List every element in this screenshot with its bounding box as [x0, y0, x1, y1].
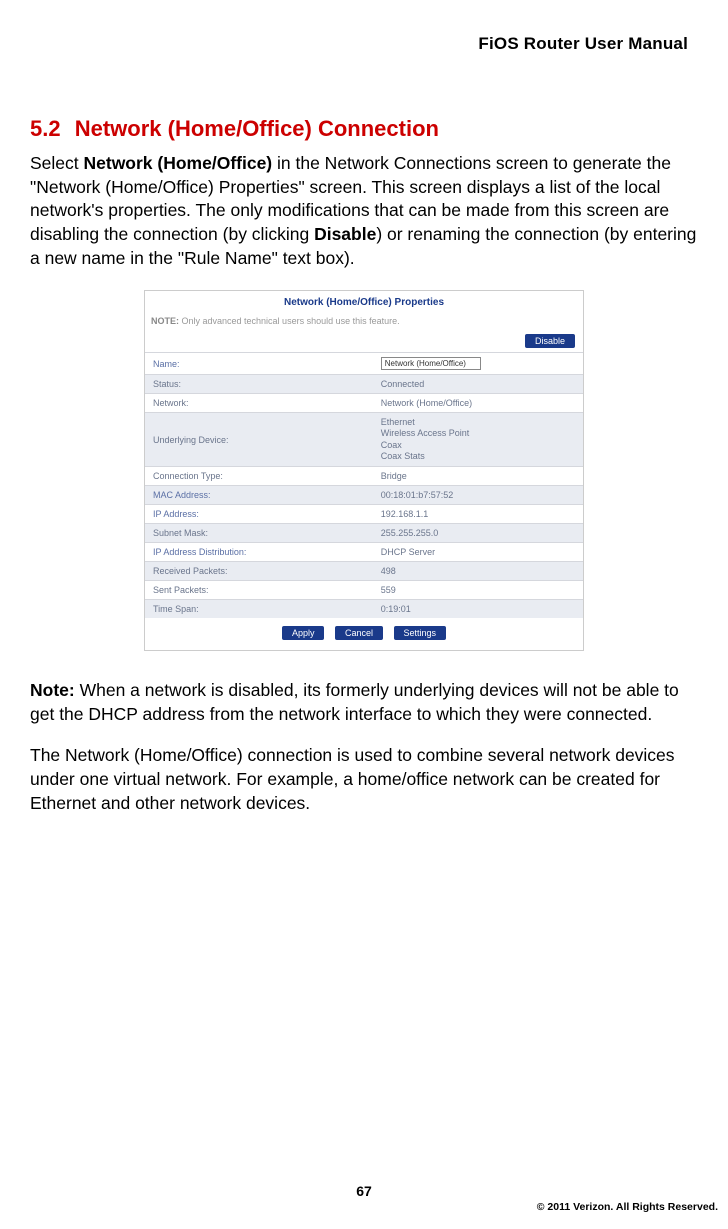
disable-button[interactable]: Disable — [525, 334, 575, 348]
properties-screenshot: Network (Home/Office) Properties NOTE: O… — [144, 290, 584, 651]
property-value: EthernetWireless Access PointCoaxCoax St… — [373, 413, 583, 467]
property-label: Sent Packets: — [145, 581, 373, 600]
table-row: Name: Network (Home/Office) — [145, 353, 583, 375]
table-row: Network:Network (Home/Office) — [145, 394, 583, 413]
property-value: 559 — [373, 581, 583, 600]
apply-button[interactable]: Apply — [282, 626, 325, 640]
property-label: Underlying Device: — [145, 413, 373, 467]
name-input[interactable]: Network (Home/Office) — [381, 357, 481, 370]
property-value: DHCP Server — [373, 543, 583, 562]
section-number: 5.2 — [30, 116, 61, 142]
property-label: Network: — [145, 394, 373, 413]
property-value: Bridge — [373, 467, 583, 486]
cancel-button[interactable]: Cancel — [335, 626, 383, 640]
intro-paragraph: Select Network (Home/Office) in the Netw… — [30, 152, 698, 270]
table-row: Received Packets:498 — [145, 562, 583, 581]
property-label: Received Packets: — [145, 562, 373, 581]
figure-note: NOTE: Only advanced technical users shou… — [145, 314, 583, 334]
document-header-title: FiOS Router User Manual — [30, 30, 698, 54]
table-row: Time Span:0:19:01 — [145, 600, 583, 619]
property-value: Connected — [373, 375, 583, 394]
table-row: Connection Type:Bridge — [145, 467, 583, 486]
property-value: 192.168.1.1 — [373, 505, 583, 524]
property-value: 00:18:01:b7:57:52 — [373, 486, 583, 505]
property-label: Name: — [145, 353, 373, 375]
settings-button[interactable]: Settings — [394, 626, 447, 640]
table-row: IP Address Distribution:DHCP Server — [145, 543, 583, 562]
property-value: 498 — [373, 562, 583, 581]
property-label: Time Span: — [145, 600, 373, 619]
table-row: Status:Connected — [145, 375, 583, 394]
property-label: Status: — [145, 375, 373, 394]
description-paragraph: The Network (Home/Office) connection is … — [30, 744, 698, 815]
table-row: MAC Address:00:18:01:b7:57:52 — [145, 486, 583, 505]
property-label: IP Address: — [145, 505, 373, 524]
property-label: MAC Address: — [145, 486, 373, 505]
section-title: Network (Home/Office) Connection — [75, 116, 439, 141]
property-value: 255.255.255.0 — [373, 524, 583, 543]
section-heading: 5.2 Network (Home/Office) Connection — [30, 116, 698, 142]
table-row: Sent Packets:559 — [145, 581, 583, 600]
property-label: Connection Type: — [145, 467, 373, 486]
copyright-text: © 2011 Verizon. All Rights Reserved. — [537, 1201, 718, 1213]
note-paragraph: Note: When a network is disabled, its fo… — [30, 679, 698, 726]
property-value: Network (Home/Office) — [373, 394, 583, 413]
property-value: 0:19:01 — [373, 600, 583, 619]
table-row: Underlying Device:EthernetWireless Acces… — [145, 413, 583, 467]
property-value[interactable]: Network (Home/Office) — [373, 353, 583, 375]
figure-title: Network (Home/Office) Properties — [145, 291, 583, 314]
table-row: Subnet Mask:255.255.255.0 — [145, 524, 583, 543]
table-row: IP Address:192.168.1.1 — [145, 505, 583, 524]
property-label: Subnet Mask: — [145, 524, 373, 543]
page-number: 67 — [0, 1183, 728, 1199]
property-label: IP Address Distribution: — [145, 543, 373, 562]
properties-table: Name:Network (Home/Office)Status:Connect… — [145, 352, 583, 618]
